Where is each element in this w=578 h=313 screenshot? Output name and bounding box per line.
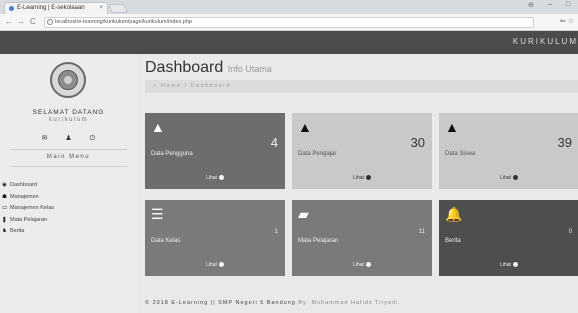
card-label: Data Pengajar — [298, 151, 337, 157]
card-data-pengguna: ▲ 4 Data Pengguna Lihat — [145, 113, 285, 189]
card-data-pengajar: ▲ 30 Data Pengajar Lihat — [292, 113, 432, 189]
user-icon: ▲ — [151, 119, 165, 135]
address-bar[interactable]: i localhost/e-learning/kurikulum/page/ku… — [44, 17, 534, 28]
sidebar-item-berita[interactable]: ♞ Berita — [2, 228, 132, 240]
dashboard-icon: ◉ — [2, 182, 7, 188]
card-count: 39 — [557, 135, 572, 150]
card-data-kelas: ☰ 1 Data Kelas Lihat — [145, 200, 285, 276]
sidebar-menu: ◉ Dashboard ☗ Manajemen ▭ Manajemen Kelas ❚… — [2, 182, 132, 240]
sidebar-divider — [10, 149, 127, 150]
page-title: Dashboard Info Utama — [145, 59, 272, 77]
class-icon: ▭ — [2, 205, 8, 211]
arrow-circle-icon — [512, 262, 518, 268]
main-content: Dashboard Info Utama ⌂ Home / Dashboard … — [137, 54, 578, 313]
user-icon[interactable]: ♟ — [58, 134, 80, 142]
arrow-circle-icon — [512, 175, 518, 181]
sidebar-item-label: Berita — [10, 228, 25, 234]
card-count: 4 — [270, 135, 278, 150]
window-profile-icon[interactable]: ⊖ — [528, 1, 534, 9]
user-role: kurikulum — [48, 117, 89, 123]
book-icon: ▰ — [298, 206, 309, 222]
page-title-text: Dashboard — [145, 59, 224, 76]
sidebar-item-dashboard[interactable]: ◉ Dashboard — [2, 182, 132, 194]
book-icon: ❚ — [2, 216, 7, 223]
card-more-link[interactable]: Lihat — [292, 262, 432, 268]
browser-tab-bar: E-Learning | E-sekolaaan × ⊖ – □ — [0, 0, 578, 14]
card-more-link[interactable]: Lihat — [439, 175, 578, 181]
sidebar: SELAMAT DATANG kurikulum ✉ ♟ ⏻ Main Menu… — [0, 54, 137, 313]
card-more-link[interactable]: Lihat — [439, 262, 578, 268]
card-label: Mata Pelajaran — [298, 238, 339, 244]
users-icon: ☗ — [2, 193, 7, 200]
sidebar-divider — [10, 166, 127, 167]
logo-emblem — [58, 70, 78, 90]
arrow-circle-icon — [365, 175, 371, 181]
card-data-siswa: ▲ 39 Data Siswa Lihat — [439, 113, 578, 189]
card-more-link[interactable]: Lihat — [145, 175, 285, 181]
card-more-link[interactable]: Lihat — [145, 262, 285, 268]
sidebar-item-manajemen[interactable]: ☗ Manajemen — [2, 194, 132, 206]
logo-center — [64, 76, 72, 84]
breadcrumb: ⌂ Home / Dashboard — [145, 80, 578, 93]
card-label: Data Pengguna — [151, 151, 193, 157]
list-icon: ☰ — [151, 206, 164, 222]
home-icon[interactable]: ⌂ — [153, 83, 158, 89]
menu-title: Main Menu — [46, 154, 91, 160]
card-count: 0 — [568, 229, 572, 235]
window-maximize-icon[interactable]: □ — [566, 1, 570, 8]
arrow-circle-icon — [218, 262, 224, 268]
favicon-icon — [9, 6, 14, 11]
breadcrumb-separator: / — [184, 83, 188, 89]
browser-tab[interactable]: E-Learning | E-sekolaaan × — [4, 2, 108, 14]
sidebar-item-manajemen-kelas[interactable]: ▭ Manajemen Kelas — [2, 205, 132, 217]
user-icon: ▲ — [298, 119, 312, 135]
tab-title: E-Learning | E-sekolaaan — [17, 5, 85, 11]
bookmark-star-icon[interactable]: ☆ — [568, 18, 574, 25]
url-text: localhost/e-learning/kurikulum/page/kuri… — [55, 19, 192, 25]
card-berita: 🔔 0 Berita Lihat — [439, 200, 578, 276]
reload-icon[interactable]: C — [30, 17, 36, 26]
card-count: 30 — [410, 135, 425, 150]
forward-icon[interactable]: → — [17, 17, 25, 26]
extension-icon[interactable]: ⇐ — [560, 18, 566, 25]
card-label: Berita — [445, 238, 461, 244]
power-icon[interactable]: ⏻ — [81, 135, 103, 143]
browser-toolbar: ← → C i localhost/e-learning/kurikulum/p… — [0, 14, 578, 31]
site-info-icon[interactable]: i — [47, 19, 53, 25]
sidebar-item-label: Mata Pelajaran — [10, 216, 47, 223]
card-count: 11 — [418, 229, 425, 235]
breadcrumb-home[interactable]: Home — [161, 83, 182, 89]
envelope-icon[interactable]: ✉ — [34, 134, 56, 142]
window-minimize-icon[interactable]: – — [548, 1, 552, 8]
user-icon: ▲ — [445, 119, 459, 135]
sidebar-item-mata-pelajaran[interactable]: ❚ Mata Pelajaran — [2, 217, 132, 229]
app-header: KURIKULUM — [0, 31, 578, 54]
card-mata-pelajaran: ▰ 11 Mata Pelajaran Lihat — [292, 200, 432, 276]
brand-title: KURIKULUM — [512, 37, 578, 46]
footer-copyright: © 2018 E-Learning || SMP Negeri 5 Bandun… — [145, 300, 296, 306]
card-count: 1 — [274, 229, 278, 235]
back-icon[interactable]: ← — [5, 17, 13, 26]
page-subtitle: Info Utama — [227, 64, 272, 74]
bell-icon: 🔔 — [445, 206, 463, 222]
footer-author: By. Muhammad Hafidz Triyadi. — [298, 300, 401, 306]
sidebar-item-label: Manajemen Kelas — [10, 205, 55, 211]
new-tab-button[interactable] — [108, 4, 128, 13]
card-more-link[interactable]: Lihat — [292, 175, 432, 181]
footer: © 2018 E-Learning || SMP Negeri 5 Bandun… — [145, 300, 401, 306]
sidebar-item-label: Manajemen — [10, 193, 39, 200]
arrow-circle-icon — [365, 262, 371, 268]
card-label: Data Kelas — [151, 238, 181, 244]
school-logo — [50, 62, 86, 98]
tab-close-icon[interactable]: × — [99, 3, 103, 13]
sidebar-item-label: Dashboard — [10, 182, 37, 188]
arrow-circle-icon — [218, 175, 224, 181]
sidebar-icon-row: ✉ ♟ ⏻ — [0, 134, 137, 143]
browser-tool-icons: ⇐ ☆ — [560, 17, 574, 25]
welcome-text: SELAMAT DATANG — [32, 109, 105, 116]
breadcrumb-current: Dashboard — [190, 83, 232, 89]
card-label: Data Siswa — [445, 151, 476, 157]
bell-icon: ♞ — [2, 228, 7, 234]
